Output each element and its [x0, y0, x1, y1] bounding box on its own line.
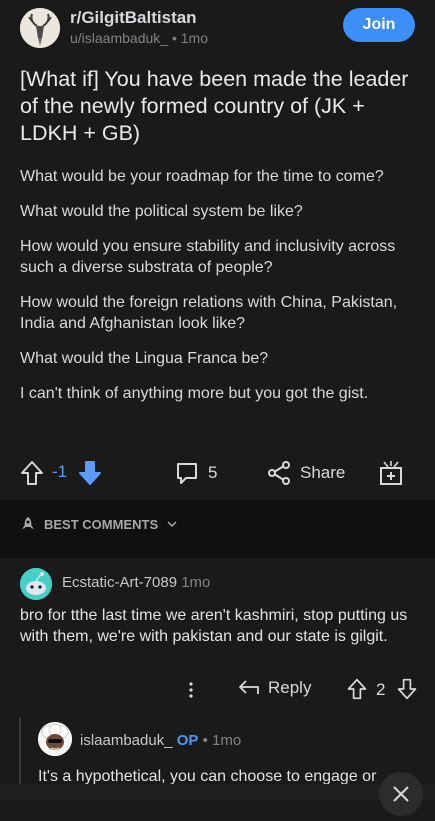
close-button[interactable]: [379, 772, 423, 816]
post-paragraph: How would the foreign relations with Chi…: [20, 294, 398, 332]
comment-more-button[interactable]: [184, 680, 198, 700]
reply-avatar[interactable]: [38, 722, 72, 756]
comments-section: Ecstatic-Art-7089 1mo bro for tthe last …: [0, 558, 435, 800]
reply-author[interactable]: islaambaduk_: [80, 732, 173, 749]
post-age: 1mo: [180, 30, 208, 46]
reply-arrow-icon: [239, 680, 259, 694]
comment-score: 2: [376, 680, 386, 699]
share-button[interactable]: Share: [266, 460, 345, 486]
post-paragraph: I can't think of anything more but you g…: [20, 385, 369, 402]
upvote-arrow-icon: [21, 461, 43, 485]
sort-label: BEST COMMENTS: [44, 516, 159, 532]
subreddit-name[interactable]: r/GilgitBaltistan: [70, 8, 197, 28]
share-icon: [268, 461, 290, 485]
comment-downvote-button[interactable]: [396, 678, 418, 700]
downvote-arrow-icon: [79, 461, 101, 485]
comment-age: 1mo: [181, 574, 211, 591]
post-paragraph: What would be your roadmap for the time …: [20, 168, 384, 185]
bottom-reply-bar[interactable]: [0, 784, 435, 800]
snoo-avatar-icon: [20, 568, 52, 600]
post-paragraph: What would the political system be like?: [20, 203, 303, 220]
post-title[interactable]: [What if] You have been made the leader …: [20, 66, 420, 147]
comments-divider: BEST COMMENTS: [0, 500, 435, 558]
reply-meta-dot: •: [202, 732, 208, 749]
reply-author-line: islaambaduk_ OP • 1mo: [80, 732, 241, 749]
reply-label: Reply: [268, 678, 312, 697]
gift-award-icon: [380, 461, 402, 485]
comment-upvote-button[interactable]: [346, 678, 368, 700]
post-body: What would be your roadmap for the time …: [20, 166, 420, 418]
comments-button[interactable]: 5: [174, 460, 217, 486]
share-label: Share: [300, 463, 346, 482]
sort-comments-button[interactable]: BEST COMMENTS: [20, 516, 178, 532]
chevron-down-icon: [167, 521, 177, 528]
rocket-icon: [22, 517, 34, 529]
post-header: r/GilgitBaltistan u/islaambaduk_ • 1mo J…: [20, 6, 415, 50]
reply-age: 1mo: [212, 732, 242, 749]
upvote-button[interactable]: [20, 460, 44, 486]
comment-author[interactable]: Ecstatic-Art-7089: [62, 574, 177, 591]
close-icon: [393, 786, 409, 802]
op-badge: OP: [176, 732, 199, 749]
downvote-arrow-icon: [397, 678, 417, 700]
join-button[interactable]: Join: [343, 8, 415, 42]
post-score: -1: [52, 462, 68, 481]
post-paragraph: What would the Lingua Franca be?: [20, 350, 269, 367]
comment-author-line: Ecstatic-Art-7089 1mo: [62, 574, 210, 591]
comment-text: bro for tthe last time we aren't kashmir…: [20, 607, 408, 645]
comment-bubble-icon: [177, 463, 197, 484]
meta-dot: •: [171, 30, 181, 46]
more-vertical-icon: [189, 682, 193, 698]
post-paragraph: How would you ensure stability and inclu…: [20, 238, 396, 276]
award-button[interactable]: [378, 460, 404, 486]
upvote-arrow-icon: [347, 678, 367, 700]
fluffy-avatar-icon: [38, 722, 72, 756]
post-card: r/GilgitBaltistan u/islaambaduk_ • 1mo J…: [0, 0, 435, 500]
post-meta: u/islaambaduk_ • 1mo: [70, 30, 208, 46]
comment-avatar[interactable]: [20, 568, 52, 600]
markhor-logo-icon: [20, 8, 60, 48]
subreddit-avatar[interactable]: [20, 8, 60, 48]
reply-button[interactable]: Reply: [238, 678, 311, 698]
post-author[interactable]: u/islaambaduk_: [70, 30, 168, 46]
downvote-button[interactable]: [78, 460, 102, 486]
post-action-bar: -1 5 Share: [0, 452, 435, 498]
comment-count: 5: [208, 463, 218, 482]
